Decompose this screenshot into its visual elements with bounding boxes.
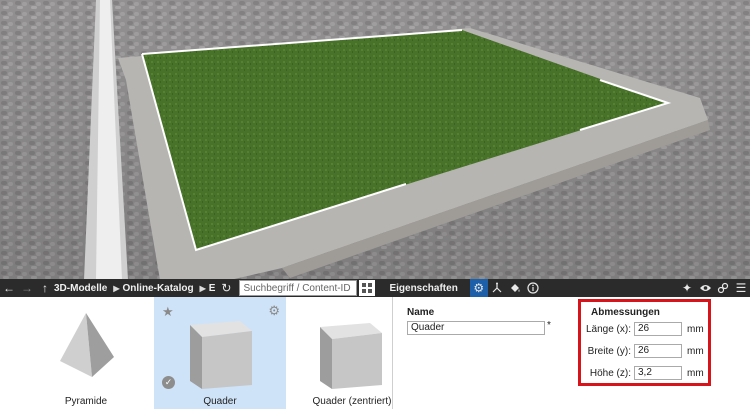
breadcrumb-label: E [208, 282, 216, 294]
breadcrumb-e[interactable]: ▶ E [200, 283, 216, 294]
width-row: Breite (y): 26 mm [581, 344, 708, 360]
toolbar: ← → ↑ 3D-Modelle ▶ Online-Katalog ▶ E ↻ … [0, 279, 750, 297]
grid-view-icon[interactable] [359, 280, 376, 296]
width-field[interactable]: 26 [634, 344, 682, 358]
dimensions-group: Abmessungen Länge (x): 26 mm Breite (y):… [578, 299, 711, 386]
chevron-right-icon: ▶ [113, 283, 120, 293]
length-unit: mm [687, 324, 704, 335]
length-row: Länge (x): 26 mm [581, 322, 708, 338]
catalog-item-pyramide[interactable]: Pyramide [20, 297, 152, 409]
height-unit: mm [687, 368, 704, 379]
name-label: Name [407, 307, 435, 318]
length-label: Länge (x): [585, 324, 631, 335]
properties-title: Eigenschaften [389, 282, 458, 294]
breadcrumb-3d-modelle[interactable]: 3D-Modelle [54, 283, 107, 294]
info-icon[interactable] [524, 279, 542, 297]
arrow-up-icon[interactable]: ↑ [36, 279, 54, 297]
gear-icon[interactable]: ⚙ [469, 279, 488, 297]
height-label: Höhe (z): [589, 368, 631, 379]
link-icon[interactable] [714, 279, 732, 297]
required-mark: * [547, 320, 551, 331]
width-label: Breite (y): [587, 346, 631, 357]
eye-icon[interactable] [696, 279, 714, 297]
3d-viewport[interactable] [0, 0, 750, 280]
arrow-right-icon[interactable]: → [18, 279, 36, 297]
check-circle-icon: ✓ [162, 376, 175, 389]
breadcrumb-label: Online-Katalog [122, 282, 194, 294]
chevron-right-icon: ▶ [199, 283, 206, 293]
search-input[interactable]: Suchbegriff / Content-ID [239, 280, 358, 296]
refresh-icon[interactable]: ↻ [217, 279, 235, 297]
catalog-item-label: Quader [203, 396, 237, 407]
dimensions-title: Abmessungen [591, 307, 660, 318]
scene [0, 0, 750, 280]
pyramid-thumbnail [60, 313, 114, 377]
menu-icon[interactable]: ☰ [732, 279, 750, 297]
properties-panel: Name Quader * Abmessungen Länge (x): 26 … [393, 297, 750, 409]
catalog-panel: Pyramide ★ ⚙ ✓ Quader Quader (zentriert) [0, 297, 392, 409]
height-row: Höhe (z): 3,2 mm [581, 366, 708, 382]
length-field[interactable]: 26 [634, 322, 682, 336]
paint-bucket-icon[interactable] [506, 279, 524, 297]
catalog-item-label: Pyramide [64, 396, 108, 407]
breadcrumb-label: 3D-Modelle [54, 282, 108, 294]
arrow-left-icon[interactable]: ← [0, 279, 18, 297]
height-field[interactable]: 3,2 [634, 366, 682, 380]
catalog-item-quader[interactable]: ★ ⚙ ✓ Quader [154, 297, 286, 409]
name-field[interactable]: Quader [407, 321, 545, 335]
width-unit: mm [687, 346, 704, 357]
axes-icon[interactable] [488, 279, 506, 297]
cube-thumbnail [190, 321, 252, 389]
breadcrumb-online-katalog[interactable]: ▶ Online-Katalog [113, 283, 193, 294]
pin-icon[interactable]: ✦ [678, 279, 696, 297]
